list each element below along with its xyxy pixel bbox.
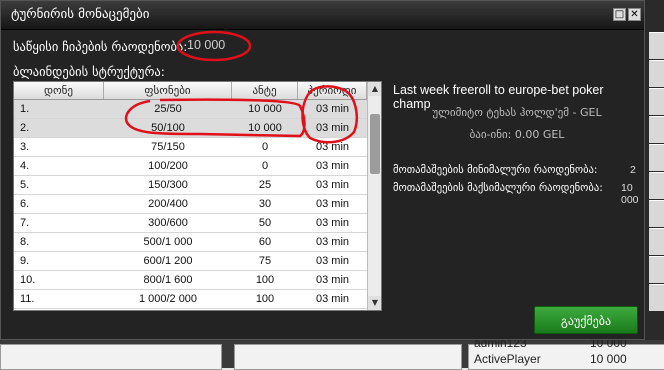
- max-players-value: 10 000: [621, 182, 639, 206]
- scrollbar-thumb[interactable]: [370, 114, 380, 174]
- cell-period: 03 min: [315, 293, 350, 305]
- cell-ante: 100: [255, 293, 275, 305]
- cell-level: 8.: [20, 236, 30, 248]
- cell-stakes: 1 000/2 000: [138, 293, 198, 305]
- cell-level: 2.: [20, 122, 30, 134]
- table-row[interactable]: 5. 150/300 25 03 min: [14, 176, 367, 195]
- table-scrollbar[interactable]: ▲ ▼: [367, 82, 381, 310]
- minimize-icon[interactable]: □: [613, 8, 626, 21]
- cell-stakes: 600/1 200: [143, 255, 193, 267]
- cell-period: 03 min: [315, 274, 350, 286]
- cell-ante: 50: [258, 217, 272, 229]
- min-players-label: მოთამაშეების მინიმალური რაოდენობა:: [393, 164, 598, 176]
- buy-in: ბაი-ინი: 0.00 GEL: [469, 128, 565, 141]
- table-header: დონე ფსონები ანტე პერიოდი: [14, 82, 367, 100]
- cell-stakes: 300/600: [148, 217, 188, 229]
- cell-level: 11.: [20, 293, 35, 305]
- cell-period: 03 min: [315, 122, 350, 134]
- cell-ante: 60: [258, 236, 272, 248]
- cell-period: 03 min: [315, 160, 350, 172]
- cell-stakes: 75/150: [151, 141, 185, 153]
- game-type: ულიმიტო ტეხას ჰოლდ'ემ - GEL: [432, 106, 602, 119]
- table-row[interactable]: 8. 500/1 000 60 03 min: [14, 233, 367, 252]
- column-header-level[interactable]: დონე: [14, 82, 104, 99]
- cell-period: 03 min: [315, 141, 350, 153]
- cell-period: 03 min: [315, 179, 350, 191]
- table-row[interactable]: 6. 200/400 30 03 min: [14, 195, 367, 214]
- table-row[interactable]: 4. 100/200 0 03 min: [14, 157, 367, 176]
- cell-ante: 100: [255, 274, 275, 286]
- cell-ante: 0: [261, 141, 269, 153]
- cell-level: 5.: [20, 179, 30, 191]
- table-row[interactable]: 10. 800/1 600 100 03 min: [14, 271, 367, 290]
- cell-ante: 75: [258, 255, 272, 267]
- cell-stakes: 200/400: [148, 198, 188, 210]
- cell-ante: 10 000: [248, 103, 282, 115]
- cell-stakes: 50/100: [151, 122, 185, 134]
- blind-structure-label: ბლაინდების სტრუქტურა:: [13, 64, 165, 79]
- cell-period: 03 min: [315, 198, 350, 210]
- column-header-stakes[interactable]: ფსონები: [104, 82, 232, 99]
- cell-stakes: 800/1 600: [143, 274, 193, 286]
- cell-period: 03 min: [315, 236, 350, 248]
- cell-level: 3.: [20, 141, 30, 153]
- cell-level: 6.: [20, 198, 30, 210]
- background-player-list: admin123 10 000 ActivePlayer 10 000: [0, 336, 664, 370]
- starting-chips-value: 10 000: [187, 38, 226, 52]
- table-row[interactable]: 1. 25/50 10 000 03 min: [14, 100, 367, 119]
- table-row[interactable]: 3. 75/150 0 03 min: [14, 138, 367, 157]
- max-players-label: მოთამაშეების მაქსიმალური რაოდენობა:: [393, 182, 603, 194]
- cell-ante: 25: [258, 179, 272, 191]
- cell-level: 1.: [20, 103, 30, 115]
- cell-period: 03 min: [315, 217, 350, 229]
- close-icon[interactable]: ✕: [628, 8, 641, 21]
- cell-ante: 0: [261, 160, 269, 172]
- min-players-value: 2: [630, 164, 636, 176]
- table-row[interactable]: 11. 1 000/2 000 100 03 min: [14, 290, 367, 309]
- cell-level: 10.: [20, 274, 36, 286]
- table-row[interactable]: 9. 600/1 200 75 03 min: [14, 252, 367, 271]
- cell-stakes: 500/1 000: [143, 236, 193, 248]
- background-player-name: ActivePlayer: [474, 352, 541, 366]
- cell-stakes: 150/300: [148, 179, 188, 191]
- blind-structure-table[interactable]: დონე ფსონები ანტე პერიოდი 1. 25/50 10 000 0…: [13, 81, 382, 311]
- column-header-period[interactable]: პერიოდი: [298, 82, 367, 99]
- cell-stakes: 25/50: [154, 103, 182, 115]
- cell-level: 7.: [20, 217, 30, 229]
- background-side-panel: [645, 0, 664, 368]
- table-row[interactable]: 7. 300/600 50 03 min: [14, 214, 367, 233]
- background-player-chips: 10 000: [590, 352, 627, 366]
- column-header-ante[interactable]: ანტე: [232, 82, 298, 99]
- table-row[interactable]: 2. 50/100 10 000 03 min: [14, 119, 367, 138]
- cell-stakes: 100/200: [148, 160, 188, 172]
- tournament-info-dialog: ტურნირის მონაცემები □ ✕ საწყისი ჩიპების …: [0, 0, 645, 340]
- cell-period: 03 min: [315, 255, 350, 267]
- dialog-title: ტურნირის მონაცემები: [11, 7, 150, 22]
- cancel-button[interactable]: გაუქმება: [534, 306, 638, 334]
- starting-chips-label: საწყისი ჩიპების რაოდენობა:: [13, 39, 188, 54]
- cell-ante: 30: [258, 198, 272, 210]
- cell-level: 4.: [20, 160, 30, 172]
- cell-period: 03 min: [315, 103, 350, 115]
- scroll-up-icon[interactable]: ▲: [368, 82, 381, 96]
- cell-level: 9.: [20, 255, 30, 267]
- scroll-down-icon[interactable]: ▼: [368, 296, 381, 310]
- cell-ante: 10 000: [248, 122, 282, 134]
- dialog-titlebar[interactable]: ტურნირის მონაცემები □ ✕: [1, 1, 644, 30]
